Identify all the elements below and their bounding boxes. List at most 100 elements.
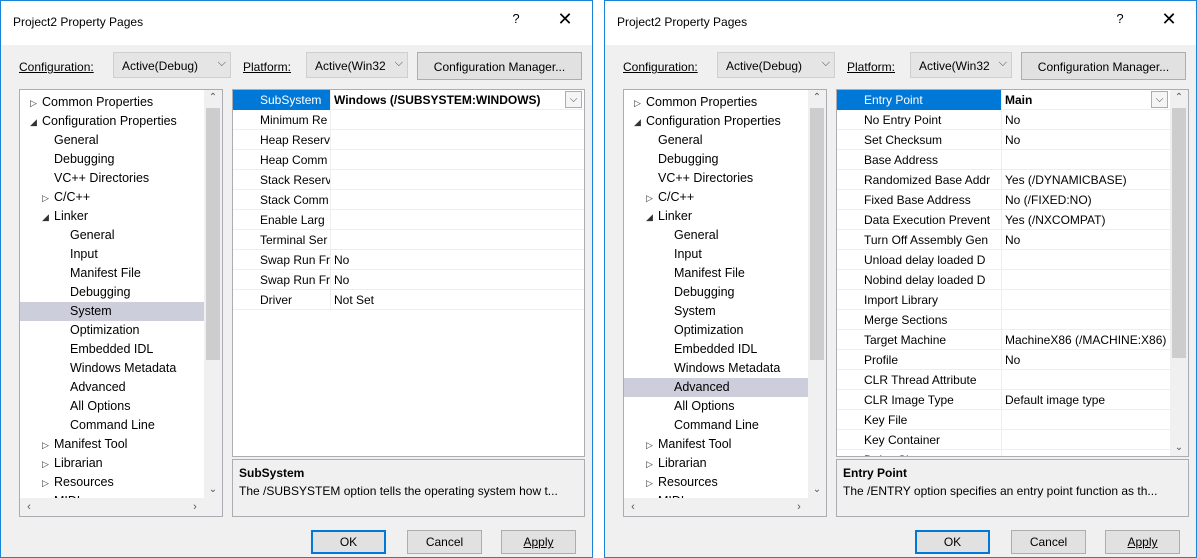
tree-item[interactable]: System <box>624 302 808 321</box>
scroll-down-icon[interactable]: ⌄ <box>1170 440 1188 456</box>
property-row[interactable]: Heap Comm <box>233 150 584 170</box>
collapse-icon[interactable]: ◢ <box>42 208 54 227</box>
tree-item[interactable]: Advanced <box>20 378 204 397</box>
property-value[interactable] <box>1001 270 1170 290</box>
property-value[interactable] <box>1001 310 1170 330</box>
tree-item[interactable]: General <box>20 131 204 150</box>
tree-item[interactable]: Manifest File <box>20 264 204 283</box>
property-value[interactable]: No <box>1001 230 1170 250</box>
expand-icon[interactable]: ▷ <box>646 474 658 493</box>
tree-item[interactable]: ▷ Common Properties <box>624 93 808 112</box>
property-row[interactable]: Swap Run Fr No <box>233 250 584 270</box>
property-row[interactable]: Driver Not Set <box>233 290 584 310</box>
tree-item[interactable]: Windows Metadata <box>624 359 808 378</box>
tree-item[interactable]: System <box>20 302 204 321</box>
expand-icon[interactable]: ▷ <box>42 474 54 493</box>
property-value[interactable] <box>330 230 584 250</box>
property-row[interactable]: Heap Reserv <box>233 130 584 150</box>
close-button[interactable]: ✕ <box>554 9 576 30</box>
property-row[interactable]: Nobind delay loaded D <box>837 270 1170 290</box>
property-value[interactable]: No <box>1001 130 1170 150</box>
collapse-icon[interactable]: ◢ <box>634 113 646 132</box>
expand-icon[interactable]: ▷ <box>42 436 54 455</box>
configuration-manager-button[interactable]: Configuration Manager... <box>1021 52 1186 80</box>
property-value[interactable] <box>1001 370 1170 390</box>
property-value[interactable] <box>1001 410 1170 430</box>
platform-dropdown[interactable]: Active(Win32 ⌵ <box>910 52 1012 78</box>
property-value[interactable]: Windows (/SUBSYSTEM:WINDOWS) <box>330 90 584 110</box>
property-grid[interactable]: Delay Sign Key Container Key File CLR Image… <box>836 89 1189 457</box>
property-value[interactable]: No <box>330 250 584 270</box>
configuration-manager-button[interactable]: Configuration Manager... <box>417 52 582 80</box>
help-button[interactable]: ? <box>506 11 526 26</box>
property-value[interactable] <box>330 170 584 190</box>
configuration-dropdown[interactable]: Active(Debug) ⌵ <box>113 52 231 78</box>
tree-item[interactable]: ▷ Common Properties <box>20 93 204 112</box>
tree-item[interactable]: Command Line <box>20 416 204 435</box>
tree-item[interactable]: Advanced <box>624 378 808 397</box>
tree-item[interactable]: General <box>20 226 204 245</box>
tree-item[interactable]: Optimization <box>624 321 808 340</box>
property-value[interactable] <box>330 190 584 210</box>
scroll-left-icon[interactable]: ‹ <box>20 498 38 516</box>
property-value[interactable] <box>330 210 584 230</box>
ok-button[interactable]: OK <box>311 530 386 554</box>
expand-icon[interactable]: ▷ <box>30 94 42 113</box>
expand-icon[interactable]: ▷ <box>42 455 54 474</box>
tree-item[interactable]: Debugging <box>20 283 204 302</box>
property-value[interactable]: Not Set <box>330 290 584 310</box>
property-row[interactable]: CLR Thread Attribute <box>837 370 1170 390</box>
property-value[interactable]: No (/FIXED:NO) <box>1001 190 1170 210</box>
tree-item[interactable]: ◢ Linker <box>624 207 808 226</box>
tree-item[interactable]: ▷ Librarian <box>20 454 204 473</box>
property-value[interactable]: Yes (/DYNAMICBASE) <box>1001 170 1170 190</box>
tree-item[interactable]: VC++ Directories <box>20 169 204 188</box>
tree-item[interactable]: General <box>624 226 808 245</box>
scroll-up-icon[interactable]: ⌃ <box>808 90 826 106</box>
tree-item[interactable]: ▷ C/C++ <box>624 188 808 207</box>
scroll-down-icon[interactable]: ⌄ <box>204 482 222 498</box>
property-row[interactable]: Enable Larg <box>233 210 584 230</box>
expand-icon[interactable]: ▷ <box>646 436 658 455</box>
property-row[interactable]: Target Machine MachineX86 (/MACHINE:X86) <box>837 330 1170 350</box>
grid-vertical-scrollbar[interactable]: ⌃ ⌄ <box>1170 90 1188 456</box>
tree-item[interactable]: Optimization <box>20 321 204 340</box>
property-value[interactable]: Default image type <box>1001 390 1170 410</box>
property-value[interactable]: Main <box>1001 90 1170 110</box>
scroll-up-icon[interactable]: ⌃ <box>1170 90 1188 106</box>
property-value[interactable]: No <box>1001 350 1170 370</box>
property-value[interactable]: Yes (/NXCOMPAT) <box>1001 210 1170 230</box>
property-value[interactable]: MachineX86 (/MACHINE:X86) <box>1001 330 1170 350</box>
property-value[interactable] <box>1001 450 1170 456</box>
tree-item[interactable]: All Options <box>624 397 808 416</box>
tree-horizontal-scrollbar[interactable]: ‹ › <box>20 498 222 516</box>
scroll-left-icon[interactable]: ‹ <box>624 498 642 516</box>
help-button[interactable]: ? <box>1110 11 1130 26</box>
collapse-icon[interactable]: ◢ <box>30 113 42 132</box>
tree-item[interactable]: ▷ C/C++ <box>20 188 204 207</box>
tree-item[interactable]: Command Line <box>624 416 808 435</box>
expand-icon[interactable]: ▷ <box>646 455 658 474</box>
apply-button[interactable]: Apply <box>501 530 576 554</box>
property-value[interactable] <box>330 150 584 170</box>
property-value[interactable] <box>330 130 584 150</box>
tree-item[interactable]: Embedded IDL <box>624 340 808 359</box>
category-tree[interactable]: ▷MIDL▷Resources▷Librarian▷Manifest ToolC… <box>623 89 827 517</box>
close-button[interactable]: ✕ <box>1158 9 1180 30</box>
property-value[interactable]: No <box>1001 110 1170 130</box>
property-row[interactable]: Stack Reserv <box>233 170 584 190</box>
property-row[interactable]: Base Address <box>837 150 1170 170</box>
property-row[interactable]: Terminal Ser <box>233 230 584 250</box>
property-row[interactable]: Import Library <box>837 290 1170 310</box>
category-tree[interactable]: ▷MIDL▷Resources▷Librarian▷Manifest ToolC… <box>19 89 223 517</box>
tree-item[interactable]: Embedded IDL <box>20 340 204 359</box>
property-row[interactable]: CLR Image Type Default image type <box>837 390 1170 410</box>
property-row[interactable]: SubSystem Windows (/SUBSYSTEM:WINDOWS) ⌵ <box>233 90 584 110</box>
property-row[interactable]: Minimum Re <box>233 110 584 130</box>
property-row[interactable]: Set Checksum No <box>837 130 1170 150</box>
tree-item[interactable]: All Options <box>20 397 204 416</box>
tree-item[interactable]: Debugging <box>624 150 808 169</box>
property-value[interactable] <box>1001 290 1170 310</box>
expand-icon[interactable]: ▷ <box>634 94 646 113</box>
property-row[interactable]: Data Execution Prevent Yes (/NXCOMPAT) <box>837 210 1170 230</box>
